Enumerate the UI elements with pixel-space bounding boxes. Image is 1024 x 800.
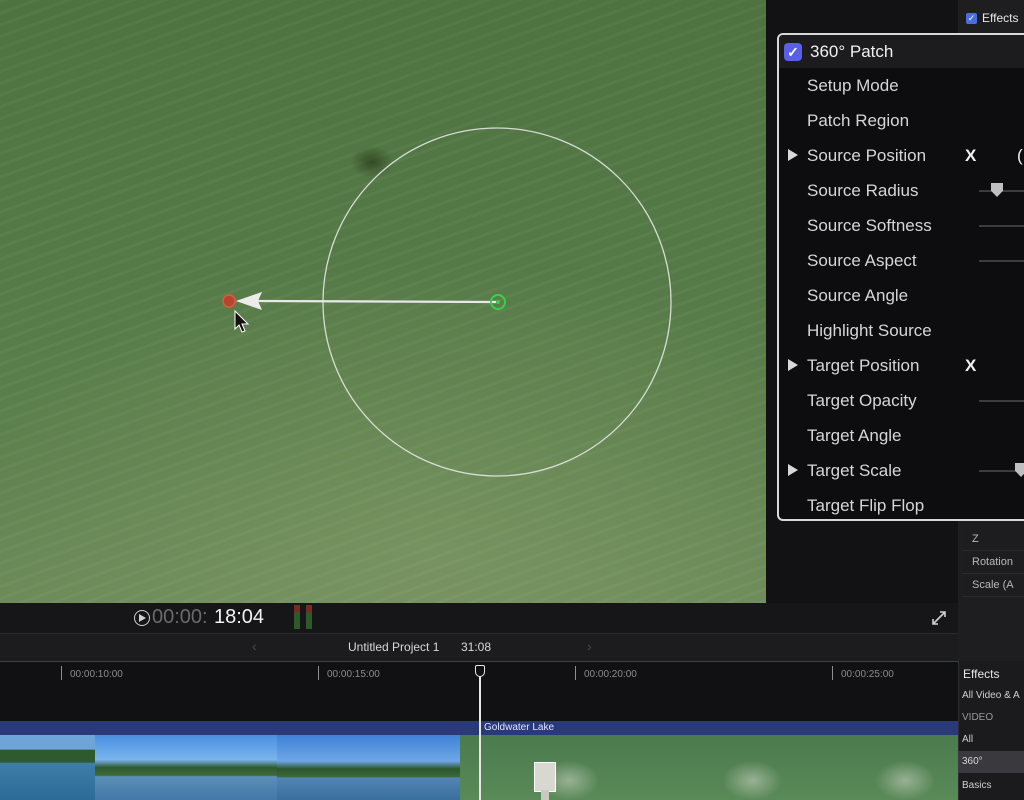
play-icon[interactable] [134, 610, 150, 626]
fx-section-video: VIDEO [962, 712, 994, 723]
mouse-cursor-icon [234, 309, 250, 333]
param-slider[interactable] [979, 260, 1024, 262]
param-target-opacity[interactable]: Target Opacity [779, 383, 1024, 418]
param-label: Source Position [807, 146, 927, 165]
ruler-label-20: 00:00:20:00 [584, 669, 637, 680]
ruler-label-25: 00:00:25:00 [841, 669, 894, 680]
inspector-param-list: Z Rotation Scale (A [962, 528, 1024, 597]
param-source-aspect[interactable]: Source Aspect [779, 243, 1024, 278]
param-source-radius[interactable]: Source Radius [779, 173, 1024, 208]
param-scale[interactable]: Scale (A [962, 574, 1024, 597]
source-handle[interactable] [222, 294, 236, 308]
param-slider[interactable] [979, 225, 1024, 227]
clip-thumbnail[interactable] [642, 735, 826, 800]
effect-params-panel: ✓ 360° Patch Setup Mode Patch Region Sourc… [777, 33, 1024, 521]
ruler-tick [61, 666, 62, 680]
audio-meter-left [294, 605, 300, 629]
fx-category-basics[interactable]: Basics [958, 775, 1024, 797]
param-label: Highlight Source [807, 321, 932, 340]
param-source-softness[interactable]: Source Softness [779, 208, 1024, 243]
disclosure-triangle-icon[interactable] [788, 359, 798, 371]
effects-tab[interactable]: ✓ Effects [958, 4, 1024, 32]
param-label: Target Scale [807, 461, 902, 480]
slider-knob[interactable] [991, 183, 1003, 197]
param-label: Source Softness [807, 216, 932, 235]
param-target-angle[interactable]: Target Angle [779, 418, 1024, 453]
param-label: Target Flip Flop [807, 496, 925, 515]
ruler-label-15: 00:00:15:00 [327, 669, 380, 680]
ruler-tick [318, 666, 319, 680]
video-viewer[interactable] [0, 0, 766, 603]
param-source-angle[interactable]: Source Angle [779, 278, 1024, 313]
disclosure-triangle-icon[interactable] [788, 464, 798, 476]
value-field[interactable]: ( [1017, 146, 1023, 166]
ruler-tick [832, 666, 833, 680]
clip-thumbnail[interactable] [826, 735, 958, 800]
dock-image [534, 762, 556, 792]
param-setup-mode[interactable]: Setup Mode [779, 68, 1024, 103]
param-highlight-source[interactable]: Highlight Source [779, 313, 1024, 348]
timecode-leading: 00:00: [152, 606, 208, 628]
param-source-position[interactable]: Source Position X ( [779, 138, 1024, 173]
project-duration: 31:08 [461, 640, 492, 654]
target-handle-center [496, 300, 500, 304]
fullscreen-icon[interactable] [931, 610, 947, 626]
effect-name: 360° Patch [810, 41, 894, 61]
audio-meter-right [306, 605, 312, 629]
param-label: Source Radius [807, 181, 919, 200]
param-label: Source Aspect [807, 251, 917, 270]
param-label: Patch Region [807, 111, 910, 130]
clip-thumbnail[interactable] [277, 735, 460, 800]
clip-thumbnail[interactable] [95, 735, 277, 800]
param-z[interactable]: Z [962, 528, 1024, 551]
dock-image [541, 790, 549, 800]
param-patch-region[interactable]: Patch Region [779, 103, 1024, 138]
fx-category-all[interactable]: All [958, 729, 1024, 751]
param-target-scale[interactable]: Target Scale [779, 453, 1024, 488]
ruler-label-10: 00:00:10:00 [70, 669, 123, 680]
direction-line [257, 299, 497, 304]
fx-category-360[interactable]: 360° [958, 751, 1024, 773]
playhead-handle[interactable] [475, 665, 485, 677]
param-label: Target Angle [807, 426, 902, 445]
ruler-tick [575, 666, 576, 680]
param-target-flip-flop[interactable]: Target Flip Flop [779, 488, 1024, 519]
param-label: Setup Mode [807, 76, 899, 95]
timeline-forward-arrow[interactable]: › [587, 638, 592, 654]
timeline-back-arrow[interactable]: ‹ [252, 638, 257, 654]
timecode-current[interactable]: 18:04 [214, 606, 264, 629]
inspector-toolbar [958, 603, 1024, 633]
effects-tab-label: Effects [982, 11, 1019, 25]
effect-header[interactable]: ✓ 360° Patch [779, 35, 1024, 68]
param-label: Source Angle [807, 286, 909, 305]
effects-checkbox[interactable]: ✓ [966, 12, 977, 24]
x-coordinate-label: X [965, 356, 977, 375]
fx-category-all-video-audio[interactable]: All Video & A [958, 685, 1024, 707]
playhead[interactable] [479, 666, 481, 800]
project-name: Untitled Project 1 [348, 640, 440, 654]
slider-knob[interactable] [1015, 463, 1024, 477]
disclosure-triangle-icon[interactable] [788, 149, 798, 161]
param-target-position[interactable]: Target Position X [779, 348, 1024, 383]
effects-browser-header [958, 633, 1024, 661]
effect-enable-checkbox[interactable]: ✓ [784, 42, 802, 61]
param-label: Target Opacity [807, 391, 917, 410]
patch-overlay[interactable] [0, 0, 766, 603]
clip-name: Goldwater Lake [484, 722, 555, 733]
param-label: Target Position [807, 356, 920, 375]
param-rotation[interactable]: Rotation [962, 551, 1024, 574]
effects-browser-title: Effects [963, 667, 1000, 681]
x-coordinate-label: X [965, 146, 977, 165]
clip-thumbnail[interactable] [0, 735, 95, 800]
param-slider[interactable] [979, 400, 1024, 402]
